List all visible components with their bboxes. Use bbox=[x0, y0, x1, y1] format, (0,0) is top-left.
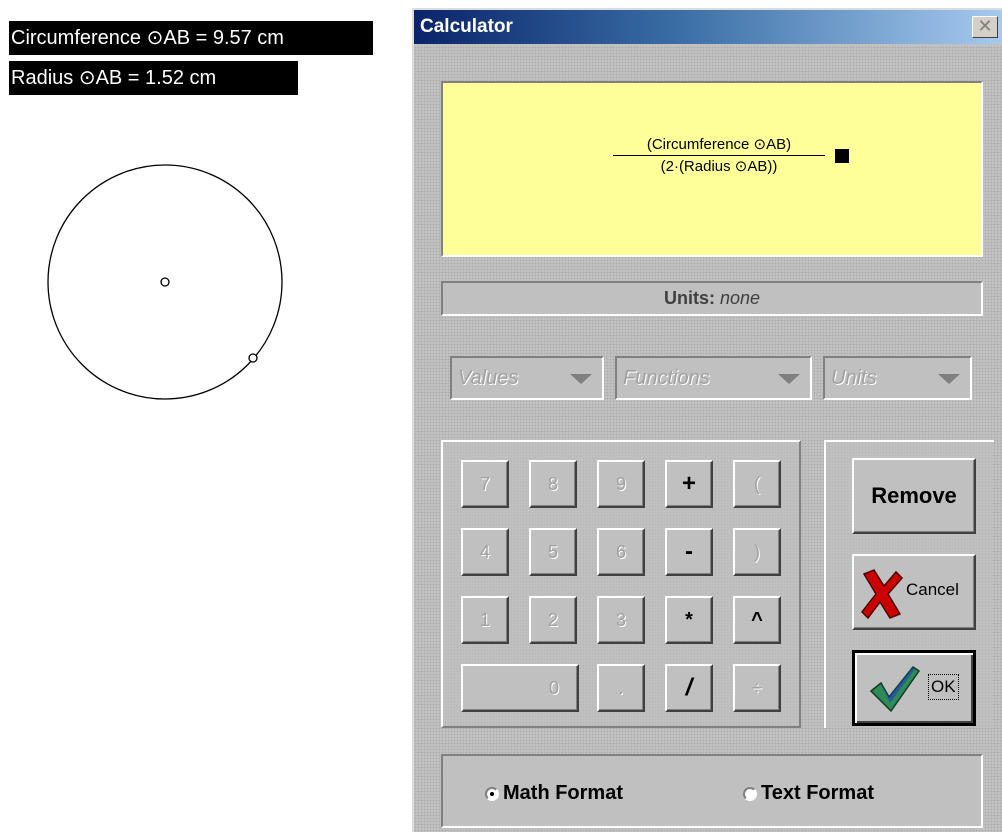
key-8[interactable]: 8 bbox=[529, 460, 577, 508]
ok-button[interactable]: OK bbox=[852, 650, 976, 726]
key-9[interactable]: 9 bbox=[597, 460, 645, 508]
key-3[interactable]: 3 bbox=[597, 596, 645, 644]
key-4[interactable]: 4 bbox=[461, 528, 509, 576]
keypad-panel: 7 8 9 + ( 4 5 6 - ) 1 2 3 * ^ 0 . / ÷ bbox=[441, 440, 801, 728]
remove-button[interactable]: Remove bbox=[852, 458, 976, 534]
key-decimal[interactable]: . bbox=[597, 664, 645, 712]
values-dropdown-arrow-icon bbox=[570, 374, 592, 384]
key-divide[interactable]: / bbox=[665, 664, 713, 712]
key-7[interactable]: 7 bbox=[461, 460, 509, 508]
text-format-label: Text Format bbox=[761, 782, 874, 804]
key-6[interactable]: 6 bbox=[597, 528, 645, 576]
expression-denominator: (2·(Radius ⊙AB)) bbox=[660, 158, 778, 175]
values-menu-label: Values bbox=[458, 367, 519, 389]
key-multiply[interactable]: * bbox=[665, 596, 713, 644]
insertion-cursor bbox=[835, 149, 849, 163]
units-readout: Units: none bbox=[441, 281, 983, 316]
math-format-radio-dot-icon bbox=[485, 786, 499, 801]
functions-menu-label: Functions bbox=[623, 367, 710, 389]
key-0[interactable]: 0 bbox=[461, 664, 579, 712]
text-format-radio-dot-icon bbox=[743, 786, 757, 801]
expression-numerator: (Circumference ⊙AB) bbox=[646, 136, 792, 153]
sketch-canvas bbox=[47, 164, 283, 400]
dialog-title: Calculator bbox=[420, 16, 513, 37]
key-division-sign[interactable]: ÷ bbox=[733, 664, 781, 712]
radius-point[interactable] bbox=[248, 353, 258, 363]
center-point[interactable] bbox=[160, 277, 170, 287]
key-power[interactable]: ^ bbox=[733, 596, 781, 644]
units-menu-label: Units bbox=[831, 367, 877, 389]
fraction-expression: (Circumference ⊙AB) (2·(Radius ⊙AB)) bbox=[613, 135, 825, 175]
cancel-button[interactable]: Cancel bbox=[852, 554, 976, 630]
units-label: Units: bbox=[663, 288, 715, 308]
key-5[interactable]: 5 bbox=[529, 528, 577, 576]
functions-dropdown-arrow-icon bbox=[778, 374, 800, 384]
key-plus[interactable]: + bbox=[665, 460, 713, 508]
units-value: none bbox=[719, 288, 761, 308]
cancel-label: Cancel bbox=[906, 580, 959, 599]
units-menu[interactable]: Units bbox=[823, 356, 972, 400]
math-format-radio[interactable]: Math Format bbox=[485, 782, 623, 805]
key-2[interactable]: 2 bbox=[529, 596, 577, 644]
circumference-measurement[interactable]: Circumference ⊙AB = 9.57 cm bbox=[9, 21, 373, 55]
expression-display[interactable]: (Circumference ⊙AB) (2·(Radius ⊙AB)) bbox=[441, 81, 983, 257]
math-format-label: Math Format bbox=[503, 782, 623, 804]
dialog-body: (Circumference ⊙AB) (2·(Radius ⊙AB)) Uni… bbox=[414, 46, 1002, 832]
units-dropdown-arrow-icon bbox=[938, 374, 960, 384]
values-menu[interactable]: Values bbox=[450, 356, 604, 400]
cancel-x-icon bbox=[861, 569, 904, 620]
text-format-radio[interactable]: Text Format bbox=[743, 782, 874, 805]
radius-measurement[interactable]: Radius ⊙AB = 1.52 cm bbox=[9, 61, 298, 95]
functions-menu[interactable]: Functions bbox=[615, 356, 812, 400]
close-button[interactable]: ✕ bbox=[972, 16, 998, 38]
title-bar[interactable]: Calculator ✕ bbox=[414, 10, 1002, 44]
key-1[interactable]: 1 bbox=[461, 596, 509, 644]
key-close-paren[interactable]: ) bbox=[733, 528, 781, 576]
checkmark-icon bbox=[869, 665, 921, 713]
ok-label: OK bbox=[928, 674, 959, 700]
format-options: Math Format Text Format bbox=[441, 754, 983, 828]
key-minus[interactable]: - bbox=[665, 528, 713, 576]
calculator-dialog: Calculator ✕ (Circumference ⊙AB) (2·(Rad… bbox=[412, 8, 1002, 832]
key-open-paren[interactable]: ( bbox=[733, 460, 781, 508]
